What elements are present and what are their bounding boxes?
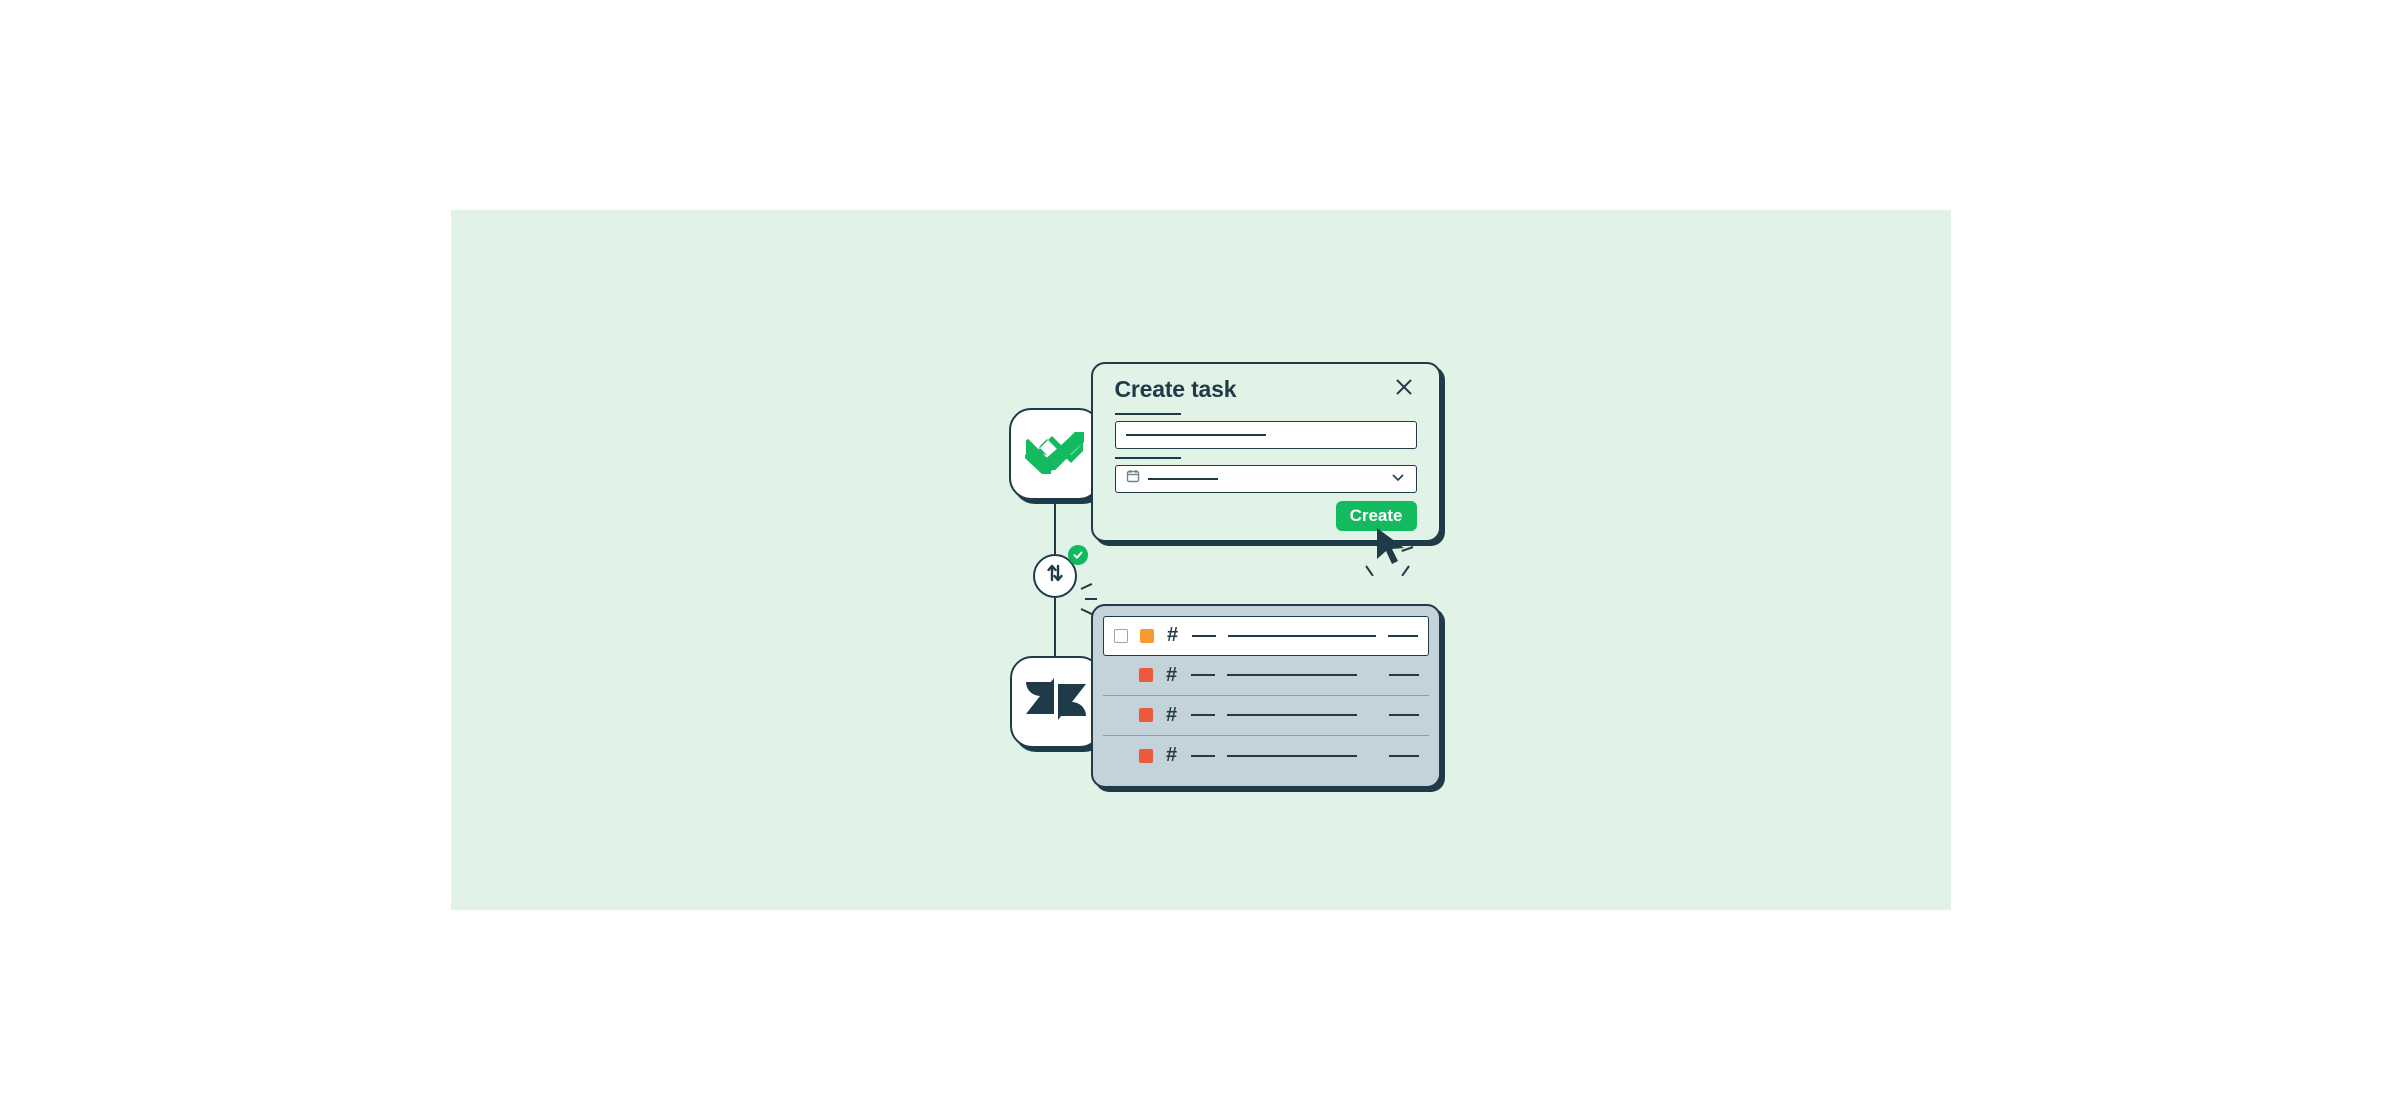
- placeholder-line: [1388, 635, 1418, 637]
- field-label-placeholder: [1115, 413, 1181, 415]
- ticket-id-hash: #: [1165, 744, 1179, 767]
- ticket-id-hash: #: [1165, 664, 1179, 687]
- ticket-row[interactable]: #: [1103, 736, 1429, 776]
- calendar-icon: [1126, 469, 1140, 488]
- connector-line: [1054, 498, 1057, 556]
- spark-line: [1085, 598, 1097, 600]
- app-tile-zendesk: [1010, 656, 1102, 748]
- zendesk-logo-icon: [1026, 674, 1086, 729]
- field-label-placeholder: [1115, 457, 1181, 459]
- placeholder-line: [1191, 674, 1215, 676]
- input-placeholder-line: [1148, 478, 1218, 480]
- placeholder-line: [1191, 714, 1215, 716]
- ticket-id-hash: #: [1166, 624, 1180, 647]
- ticket-row[interactable]: #: [1103, 616, 1429, 656]
- placeholder-line: [1227, 714, 1357, 716]
- spark-line: [1365, 565, 1374, 576]
- cursor-pointer-icon: [1374, 526, 1410, 566]
- status-square: [1140, 629, 1154, 643]
- chevron-down-icon: [1390, 470, 1406, 488]
- app-tile-wrike: [1009, 408, 1101, 500]
- sync-success-icon: [1068, 545, 1088, 565]
- close-button[interactable]: [1391, 376, 1417, 402]
- ticket-id-hash: #: [1165, 704, 1179, 727]
- placeholder-line: [1389, 755, 1419, 757]
- placeholder-line: [1227, 674, 1357, 676]
- create-task-modal: Create task: [1091, 362, 1441, 542]
- connector-line: [1054, 598, 1057, 656]
- placeholder-line: [1389, 674, 1419, 676]
- placeholder-line: [1389, 714, 1419, 716]
- wrike-logo-icon: [1026, 432, 1084, 475]
- task-name-input[interactable]: [1115, 421, 1417, 449]
- close-icon: [1394, 377, 1414, 402]
- illustration-stage: Create task: [451, 210, 1951, 910]
- task-date-dropdown[interactable]: [1115, 465, 1417, 493]
- status-square: [1139, 749, 1153, 763]
- placeholder-line: [1228, 635, 1376, 637]
- spark-line: [1080, 583, 1092, 590]
- row-checkbox[interactable]: [1114, 629, 1128, 643]
- status-square: [1139, 708, 1153, 722]
- placeholder-line: [1227, 755, 1357, 757]
- placeholder-line: [1191, 755, 1215, 757]
- modal-title: Create task: [1115, 376, 1237, 403]
- placeholder-line: [1192, 635, 1216, 637]
- status-square: [1139, 668, 1153, 682]
- spark-line: [1401, 565, 1410, 576]
- tickets-panel: # # #: [1091, 604, 1441, 788]
- input-placeholder-line: [1126, 434, 1266, 436]
- ticket-row[interactable]: #: [1103, 696, 1429, 736]
- sync-arrows-icon: [1044, 562, 1066, 589]
- ticket-row[interactable]: #: [1103, 656, 1429, 696]
